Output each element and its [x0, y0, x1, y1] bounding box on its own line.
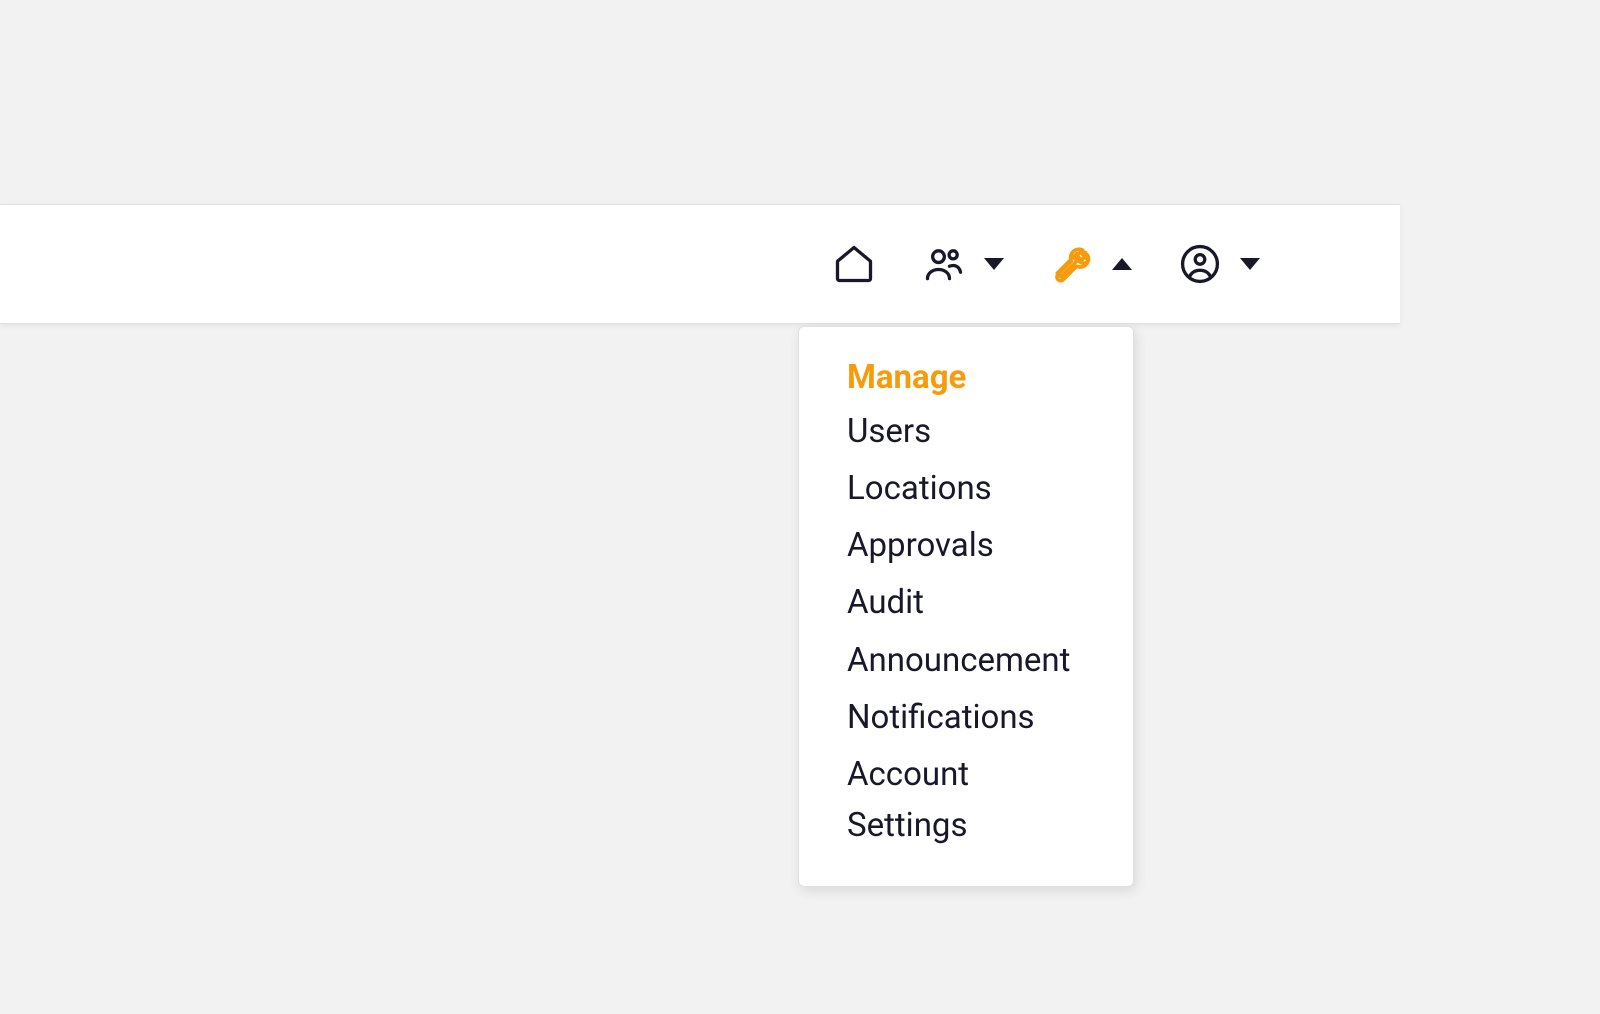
dropdown-item-notifications[interactable]: Notifications — [799, 689, 1133, 746]
caret-up-icon — [1112, 258, 1132, 270]
manage-dropdown: Manage Users Locations Approvals Audit A… — [798, 326, 1134, 887]
caret-down-icon — [1240, 258, 1260, 270]
dropdown-header-manage: Manage — [799, 355, 1133, 403]
nav-manage[interactable] — [1050, 242, 1132, 286]
top-navbar — [0, 204, 1400, 324]
caret-down-icon — [984, 258, 1004, 270]
nav-people[interactable] — [922, 242, 1004, 286]
dropdown-item-account-settings[interactable]: Account Settings — [799, 746, 1133, 854]
nav-account[interactable] — [1178, 242, 1260, 286]
nav-items — [832, 242, 1260, 286]
dropdown-item-audit[interactable]: Audit — [799, 574, 1133, 631]
people-icon — [922, 242, 966, 286]
dropdown-item-announcement[interactable]: Announcement — [799, 632, 1133, 689]
nav-home[interactable] — [832, 242, 876, 286]
dropdown-item-locations[interactable]: Locations — [799, 460, 1133, 517]
home-icon — [832, 242, 876, 286]
dropdown-item-approvals[interactable]: Approvals — [799, 517, 1133, 574]
wrench-icon — [1050, 242, 1094, 286]
dropdown-item-users[interactable]: Users — [799, 403, 1133, 460]
user-circle-icon — [1178, 242, 1222, 286]
